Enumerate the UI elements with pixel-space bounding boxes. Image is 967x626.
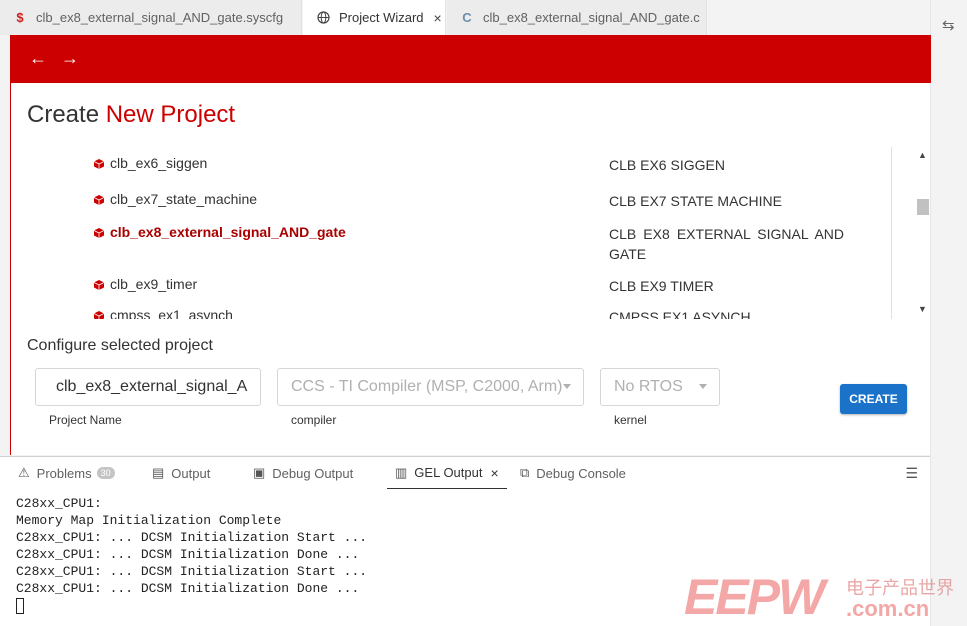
tab-debug-console[interactable]: ⧉ Debug Console (520, 457, 626, 489)
project-description: CMPSS EX1 ASYNCH (609, 309, 751, 319)
text-cursor (16, 597, 24, 614)
compiler-label: compiler (291, 413, 337, 427)
gel-output-text[interactable]: C28xx_CPU1: Memory Map Initialization Com… (16, 495, 367, 614)
kernel-select[interactable]: No RTOS (600, 368, 720, 406)
debug-output-icon: ▣ (253, 465, 266, 480)
output-line: C28xx_CPU1: ... DCSM Initialization Done… (16, 581, 360, 596)
project-description: CLB EX9 TIMER (609, 278, 714, 294)
page-title: Create New Project (27, 101, 235, 129)
output-icon: ▤ (152, 465, 165, 480)
output-line: C28xx_CPU1: ... DCSM Initialization Star… (16, 530, 368, 545)
close-icon[interactable]: × (490, 465, 498, 481)
project-name-input[interactable]: clb_ex8_external_signal_A (35, 368, 261, 406)
watermark-brand: EEPW (684, 569, 825, 625)
debug-console-icon: ⧉ (520, 465, 530, 480)
watermark-logo: EEPW 电子产品世界 .com.cn (684, 568, 964, 626)
chevron-down-icon (699, 384, 707, 389)
project-description: CLB EX8 EXTERNAL SIGNAL AND GATE (609, 226, 844, 262)
tab-label: Debug Output (272, 465, 354, 481)
editor-tab-bar: $ clb_ex8_external_signal_AND_gate.syscf… (0, 0, 930, 35)
title-accent: New Project (105, 101, 236, 128)
output-line: C28xx_CPU1: ... DCSM Initialization Star… (16, 564, 368, 579)
globe-icon (315, 10, 331, 26)
gel-output-icon: ▥ (395, 464, 408, 480)
cube-icon (93, 226, 105, 238)
tab-output[interactable]: ▤ Output (152, 457, 210, 489)
compiler-select[interactable]: CCS - TI Compiler (MSP, C2000, Arm) (277, 368, 584, 406)
cube-icon (93, 157, 105, 169)
close-icon[interactable]: × (434, 10, 442, 26)
kernel-label: kernel (614, 413, 647, 427)
tab-c-file[interactable]: C clb_ex8_external_signal_AND_gate.c (447, 0, 707, 35)
scroll-down-icon[interactable]: ▼ (918, 304, 927, 314)
project-list-scrollbar[interactable]: ▲ ▼ (914, 147, 931, 319)
tab-label: Output (171, 465, 211, 481)
project-name: clb_ex9_timer (110, 276, 198, 292)
right-activity-strip: ⇆ (930, 0, 967, 626)
scroll-thumb[interactable] (917, 199, 929, 215)
tab-problems[interactable]: ⚠ Problems 30 (18, 457, 115, 489)
tab-gel-output[interactable]: ▥ GEL Output × (387, 457, 507, 489)
configure-section-title: Configure selected project (27, 337, 213, 354)
output-line: C28xx_CPU1: ... DCSM Initialization Done… (16, 547, 360, 562)
watermark-domain: .com.cn (846, 596, 930, 621)
chevron-down-icon (563, 384, 571, 389)
panel-menu-icon[interactable]: ☰ (905, 465, 918, 482)
compiler-value: CCS - TI Compiler (MSP, C2000, Arm) (291, 378, 563, 395)
tab-label: Debug Console (536, 465, 626, 481)
wizard-header-bar: ← → (11, 35, 931, 83)
project-name: cmpss_ex1_asynch (110, 307, 233, 319)
tab-label: clb_ex8_external_signal_AND_gate.syscfg (36, 10, 284, 25)
scroll-up-icon[interactable]: ▲ (918, 150, 927, 160)
forward-arrow-icon[interactable]: → (61, 49, 79, 67)
c-file-icon: C (462, 10, 472, 25)
project-description: CLB EX7 STATE MACHINE (609, 193, 782, 209)
tab-label: Project Wizard (339, 10, 424, 25)
project-list: clb_ex6_siggen CLB EX6 SIGGEN clb_ex7_st… (47, 147, 892, 319)
syscfg-icon: $ (16, 10, 24, 25)
problems-icon: ⚠ (18, 465, 30, 480)
create-button[interactable]: CREATE (840, 384, 907, 414)
problems-count-badge: 30 (96, 467, 115, 479)
tab-project-wizard[interactable]: Project Wizard × (303, 0, 446, 35)
cube-icon (93, 278, 105, 290)
project-wizard: ← → Create New Project clb_ex6_siggen CL… (10, 35, 931, 455)
project-name: clb_ex6_siggen (110, 155, 208, 171)
output-line: C28xx_CPU1: (16, 496, 102, 511)
project-description: CLB EX6 SIGGEN (609, 157, 725, 173)
title-prefix: Create (27, 101, 100, 128)
tab-syscfg[interactable]: $ clb_ex8_external_signal_AND_gate.syscf… (0, 0, 302, 35)
tab-label: clb_ex8_external_signal_AND_gate.c (483, 10, 700, 25)
project-name: clb_ex8_external_signal_AND_gate (110, 224, 346, 240)
tab-label: GEL Output (414, 465, 483, 480)
project-name-label: Project Name (49, 413, 122, 427)
back-arrow-icon[interactable]: ← (29, 49, 47, 67)
tab-debug-output[interactable]: ▣ Debug Output (253, 457, 353, 489)
cube-icon (93, 309, 105, 319)
split-editor-icon[interactable]: ⇆ (942, 16, 955, 34)
cube-icon (93, 193, 105, 205)
project-name: clb_ex7_state_machine (110, 191, 258, 207)
output-line: Memory Map Initialization Complete (16, 513, 282, 528)
tab-label: Problems (36, 465, 92, 481)
kernel-value: No RTOS (614, 378, 683, 395)
